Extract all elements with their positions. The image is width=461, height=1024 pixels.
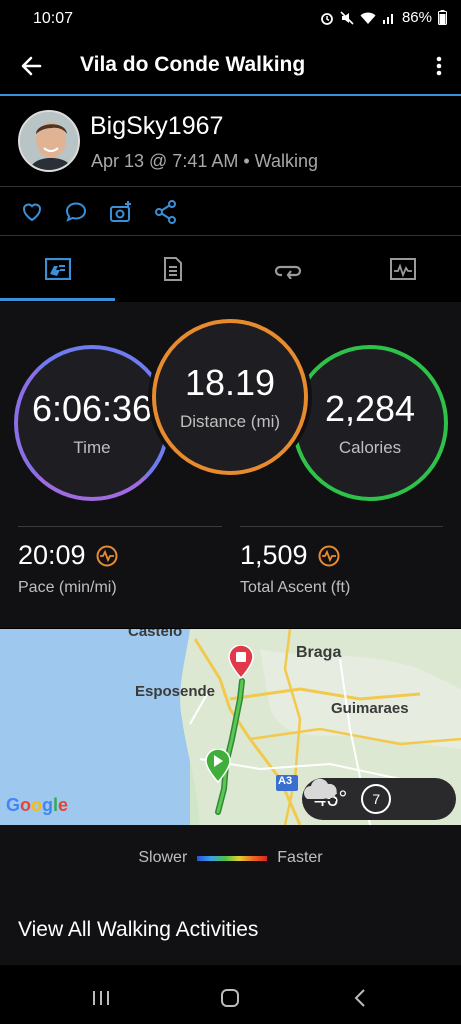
status-time: 10:07 [33,10,74,27]
heart-icon [22,203,42,222]
camera-plus-icon [110,201,131,222]
mute-icon [340,10,354,25]
username[interactable]: BigSky1967 [90,112,223,141]
tab-overview[interactable] [0,236,115,302]
view-all-activities-link[interactable]: View All Walking Activities [18,918,258,942]
ascent-value: 1,509 [240,540,308,570]
like-button[interactable] [19,199,45,225]
route-map[interactable]: Castelo Braga Esposende Guimaraes A3 Goo… [0,629,461,825]
divider [18,526,222,527]
ascent-label: Total Ascent (ft) [240,579,351,596]
map-label-braga: Braga [296,644,342,661]
more-options-button[interactable] [431,52,447,80]
calories-value: 2,284 [324,388,416,429]
weather-badge[interactable]: 46° 7 [302,778,456,820]
overview-icon [44,258,71,280]
ascent-metric: 1,509 Total Ascent (ft) [240,540,350,597]
back-button[interactable] [18,52,46,80]
tab-charts[interactable] [345,236,460,302]
signal-icon [382,13,393,24]
distance-label: Distance (mi) [179,412,281,431]
calories-ring: 2,284 Calories [292,345,448,501]
map-footer: Slower Faster View All Walking Activitie… [0,825,461,965]
activity-subtitle: Apr 13 @ 7:41 AM • Walking [91,151,319,171]
comment-icon [65,202,87,222]
share-button[interactable] [153,199,179,225]
add-photo-button[interactable] [108,199,134,225]
status-icons: 86% [320,9,447,26]
tab-laps[interactable] [230,236,345,302]
google-attribution: Google [6,795,69,815]
arrow-left-icon [21,56,42,76]
pulse-badge-icon[interactable] [318,545,340,567]
map-label-castelo: Castelo [128,629,183,640]
alarm-icon [321,12,333,25]
active-tab-indicator [0,298,115,301]
stats-panel: 6:06:36 Time 2,284 Calories 18.19 Distan… [0,302,461,628]
home-icon [221,989,239,1007]
pace-legend: Slower Faster [0,849,461,867]
distance-value: 18.19 [184,362,276,403]
map-label-highway: A3 [278,775,293,787]
wifi-icon [360,12,376,24]
avatar-image [20,112,78,170]
recents-icon [93,991,109,1005]
document-icon [163,257,182,281]
pace-value: 20:09 [18,540,86,570]
legend-slower: Slower [138,849,188,866]
tab-details[interactable] [115,236,230,302]
activity-header: BigSky1967 Apr 13 @ 7:41 AM • Walking [0,96,461,186]
system-nav-bar [0,965,461,1024]
distance-ring: 18.19 Distance (mi) [152,319,308,475]
wind-speed: 7 [372,791,381,807]
time-label: Time [73,438,111,457]
legend-faster: Faster [277,849,323,866]
home-button[interactable] [215,983,245,1013]
app-bar: Vila do Conde Walking [0,38,461,94]
legend-gradient [197,855,268,861]
wind-indicator: 7 [361,784,392,814]
status-bar: 10:07 86% [0,0,461,38]
activity-tabs [0,236,461,302]
cloud-icon [304,778,337,801]
finish-marker-icon [228,645,254,679]
chevron-left-icon [354,989,365,1007]
map-label-guimaraes: Guimaraes [331,700,409,717]
pulse-badge-icon[interactable] [96,545,118,567]
calories-label: Calories [338,438,402,457]
time-ring: 6:06:36 Time [14,345,170,501]
back-nav-button[interactable] [345,983,375,1013]
more-vertical-icon [436,56,442,76]
page-title: Vila do Conde Walking [80,53,306,76]
pace-label: Pace (min/mi) [18,579,117,596]
loop-icon [274,265,301,279]
chart-icon [389,258,416,280]
comment-button[interactable] [63,199,89,225]
activity-actions [0,187,461,235]
avatar[interactable] [18,110,80,172]
start-marker-icon [205,749,231,783]
share-icon [155,200,176,224]
battery-percent: 86% [401,9,432,26]
map-label-esposende: Esposende [135,683,216,700]
pace-metric: 20:09 Pace (min/mi) [18,540,118,597]
recent-apps-button[interactable] [86,983,116,1013]
divider [240,526,443,527]
time-value: 6:06:36 [31,388,153,429]
battery-icon [438,10,447,25]
